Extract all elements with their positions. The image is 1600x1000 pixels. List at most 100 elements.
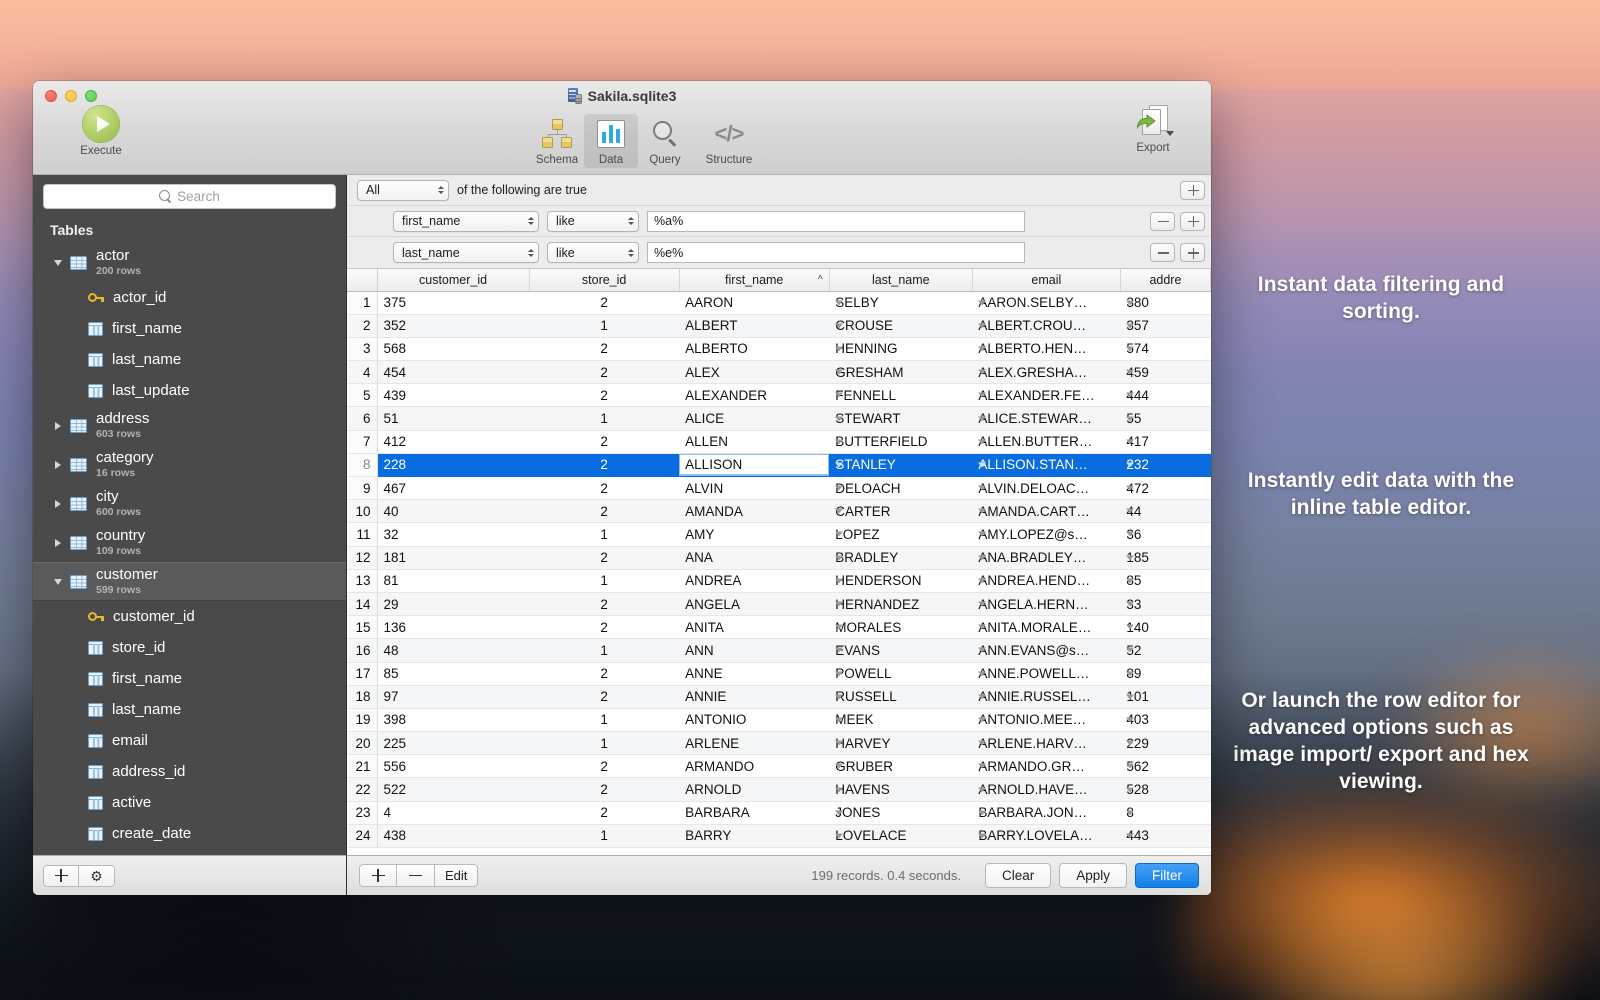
cell-address_id[interactable]: 36	[1120, 523, 1210, 546]
cell-last_name[interactable]: CARTER	[829, 500, 972, 523]
cell-email[interactable]: ANTONIO.MEE…	[972, 708, 1120, 731]
cell-email[interactable]: ANN.EVANS@s…	[972, 639, 1120, 662]
cell-first_name[interactable]: ANITA	[679, 616, 829, 639]
tree-column-email[interactable]: email	[33, 725, 346, 756]
cell-first_name[interactable]: ANNE	[679, 662, 829, 685]
tree-column-address_id[interactable]: address_id	[33, 756, 346, 787]
cell-first_name[interactable]: ALBERTO	[679, 337, 829, 360]
cell-last_name[interactable]: HENNING	[829, 337, 972, 360]
cell-email[interactable]: ALBERTO.HEN…	[972, 337, 1120, 360]
tree-column-active[interactable]: active	[33, 787, 346, 818]
cell-address_id[interactable]: 140	[1120, 616, 1210, 639]
cell-customer_id[interactable]: 454	[377, 361, 529, 384]
filter-match-mode-select[interactable]: All	[357, 180, 449, 201]
cell-store_id[interactable]: 2	[529, 500, 679, 523]
cell-address_id[interactable]: 472	[1120, 477, 1210, 500]
clear-button[interactable]: Clear	[985, 863, 1051, 888]
cell-dropdown-icon[interactable]	[978, 671, 986, 676]
tree-column-create_date[interactable]: create_date	[33, 818, 346, 849]
cell-dropdown-icon[interactable]	[835, 462, 843, 467]
table-row[interactable]: 14292ANGELAHERNANDEZANGELA.HERN…33	[347, 592, 1211, 615]
cell-store_id[interactable]: 2	[529, 616, 679, 639]
cell-dropdown-icon[interactable]	[978, 833, 986, 838]
cell-dropdown-icon[interactable]	[835, 810, 843, 815]
cell-first_name[interactable]: AMY	[679, 523, 829, 546]
table-row[interactable]: 13752AARONSELBYAARON.SELBY…380	[347, 291, 1211, 314]
cell-store_id[interactable]: 2	[529, 755, 679, 778]
cell-first_name[interactable]: ANDREA	[679, 569, 829, 592]
filter-button[interactable]: Filter	[1135, 863, 1199, 888]
cell-customer_id[interactable]: 228	[377, 453, 529, 476]
table-row[interactable]: 202251ARLENEHARVEYARLENE.HARV…229	[347, 732, 1211, 755]
cell-first_name[interactable]: ARMANDO	[679, 755, 829, 778]
cell-email[interactable]: ALVIN.DELOAC…	[972, 477, 1120, 500]
cell-last_name[interactable]: STEWART	[829, 407, 972, 430]
column-header-last_name[interactable]: last_name	[829, 269, 972, 291]
table-row[interactable]: 23521ALBERTCROUSEALBERT.CROU…357	[347, 314, 1211, 337]
cell-customer_id[interactable]: 439	[377, 384, 529, 407]
cell-dropdown-icon[interactable]	[1126, 787, 1134, 792]
cell-store_id[interactable]: 1	[529, 824, 679, 847]
sidebar-settings-button[interactable]: ⚙	[79, 865, 115, 887]
cell-store_id[interactable]: 2	[529, 430, 679, 453]
tab-structure[interactable]: </> Structure	[692, 114, 766, 168]
cell-email[interactable]: AMY.LOPEZ@s…	[972, 523, 1120, 546]
add-filter-row-button[interactable]	[1180, 243, 1205, 262]
cell-customer_id[interactable]: 29	[377, 592, 529, 615]
cell-dropdown-icon[interactable]	[1126, 370, 1134, 375]
cell-last_name[interactable]: CROUSE	[829, 314, 972, 337]
cell-last_name[interactable]: HENDERSON	[829, 569, 972, 592]
cell-dropdown-icon[interactable]	[1126, 416, 1134, 421]
cell-address_id[interactable]: 229	[1120, 732, 1210, 755]
add-filter-row-button[interactable]	[1180, 212, 1205, 231]
cell-dropdown-icon[interactable]	[978, 648, 986, 653]
cell-dropdown-icon[interactable]	[978, 787, 986, 792]
cell-dropdown-icon[interactable]	[978, 741, 986, 746]
cell-customer_id[interactable]: 32	[377, 523, 529, 546]
cell-dropdown-icon[interactable]	[1126, 578, 1134, 583]
tab-schema[interactable]: Schema	[530, 114, 584, 168]
cell-last_name[interactable]: HARVEY	[829, 732, 972, 755]
cell-store_id[interactable]: 1	[529, 314, 679, 337]
cell-first_name[interactable]: ANNIE	[679, 685, 829, 708]
cell-email[interactable]: ARMANDO.GR…	[972, 755, 1120, 778]
cell-email[interactable]: ALICE.STEWAR…	[972, 407, 1120, 430]
tree-column-first_name[interactable]: first_name	[33, 663, 346, 694]
cell-email[interactable]: ALLEN.BUTTER…	[972, 430, 1120, 453]
cell-email[interactable]: ANNE.POWELL…	[972, 662, 1120, 685]
table-row[interactable]: 54392ALEXANDERFENNELLALEXANDER.FE…444	[347, 384, 1211, 407]
cell-email[interactable]: AMANDA.CART…	[972, 500, 1120, 523]
chevron-right-icon[interactable]	[50, 539, 66, 547]
cell-dropdown-icon[interactable]	[1126, 393, 1134, 398]
tree-table-city[interactable]: city600 rows	[33, 484, 346, 523]
column-header-customer_id[interactable]: customer_id	[377, 269, 529, 291]
table-row[interactable]: 13811ANDREAHENDERSONANDREA.HEND…85	[347, 569, 1211, 592]
cell-address_id[interactable]: 417	[1120, 430, 1210, 453]
cell-store_id[interactable]: 2	[529, 592, 679, 615]
cell-dropdown-icon[interactable]	[978, 393, 986, 398]
tree-table-customer[interactable]: customer599 rows	[33, 562, 346, 601]
cell-customer_id[interactable]: 375	[377, 291, 529, 314]
cell-email[interactable]: ALEXANDER.FE…	[972, 384, 1120, 407]
table-row[interactable]: 193981ANTONIOMEEKANTONIO.MEE…403	[347, 708, 1211, 731]
remove-row-button[interactable]	[397, 864, 435, 887]
cell-first_name[interactable]: ANA	[679, 546, 829, 569]
cell-dropdown-icon[interactable]	[835, 346, 843, 351]
cell-dropdown-icon[interactable]	[978, 578, 986, 583]
cell-address_id[interactable]: 44	[1120, 500, 1210, 523]
add-filter-group-button[interactable]	[1180, 181, 1205, 200]
cell-customer_id[interactable]: 97	[377, 685, 529, 708]
column-header-email[interactable]: email	[972, 269, 1120, 291]
cell-address_id[interactable]: 101	[1120, 685, 1210, 708]
cell-email[interactable]: AARON.SELBY…	[972, 291, 1120, 314]
table-row[interactable]: 18972ANNIERUSSELLANNIE.RUSSEL…101	[347, 685, 1211, 708]
cell-last_name[interactable]: STANLEY	[829, 453, 972, 476]
cell-email[interactable]: ANITA.MORALE…	[972, 616, 1120, 639]
table-row[interactable]: 35682ALBERTOHENNINGALBERTO.HEN…574	[347, 337, 1211, 360]
cell-first_name[interactable]: ARNOLD	[679, 778, 829, 801]
cell-address_id[interactable]: 403	[1120, 708, 1210, 731]
filter-field-select[interactable]: first_name	[393, 211, 539, 232]
cell-first_name[interactable]: AARON	[679, 291, 829, 314]
filter-operator-select[interactable]: like	[547, 242, 639, 263]
cell-dropdown-icon[interactable]	[835, 439, 843, 444]
